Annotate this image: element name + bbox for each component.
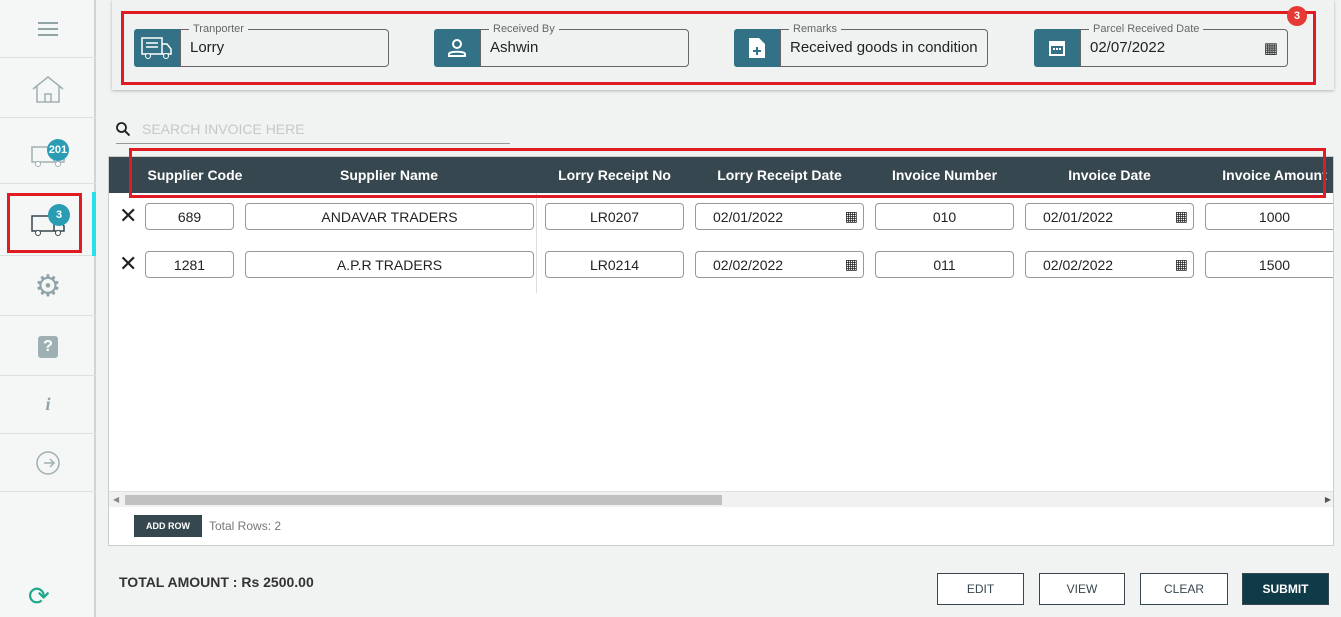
- home-icon: [32, 75, 64, 103]
- sidebar-item-settings[interactable]: ⚙: [0, 258, 96, 316]
- add-row-button[interactable]: ADD ROW: [134, 515, 202, 537]
- search-bar[interactable]: SEARCH INVOICE HERE: [116, 114, 510, 144]
- table-row: ✕ 689 ANDAVAR TRADERS LR0207 02/01/2022 ▦…: [109, 203, 1333, 231]
- sidebar: 201 3 ⚙ ? i ⟳: [0, 0, 96, 617]
- help-icon: ?: [38, 335, 58, 358]
- supplier-code-input[interactable]: 689: [145, 203, 234, 230]
- edit-button[interactable]: EDIT: [937, 573, 1024, 605]
- total-amount: TOTAL AMOUNT : Rs 2500.00: [119, 574, 314, 590]
- total-rows: Total Rows: 2: [209, 519, 282, 533]
- date-value: 02/02/2022: [713, 256, 784, 273]
- supplier-code-input[interactable]: 1281: [145, 251, 234, 278]
- invoice-table: Supplier Code Supplier Name Lorry Receip…: [108, 156, 1334, 546]
- search-input[interactable]: SEARCH INVOICE HERE: [142, 121, 305, 137]
- delete-row-icon[interactable]: ✕: [119, 251, 137, 277]
- calendar-icon[interactable]: ▦: [845, 208, 858, 225]
- supplier-name-input[interactable]: A.P.R TRADERS: [245, 251, 534, 278]
- menu-button[interactable]: [0, 0, 96, 58]
- highlight-box: [129, 148, 1326, 198]
- invoice-number-input[interactable]: 011: [875, 251, 1014, 278]
- in-transit-badge: 201: [47, 139, 69, 161]
- sidebar-item-home[interactable]: [0, 60, 96, 118]
- lorry-receipt-date-input[interactable]: 02/02/2022 ▦: [695, 251, 864, 278]
- sync-button[interactable]: ⟳: [28, 583, 50, 609]
- sidebar-item-info[interactable]: i: [0, 376, 96, 434]
- invoice-amount-input[interactable]: 1500: [1205, 251, 1333, 278]
- horizontal-scrollbar[interactable]: ◀ ▶: [109, 491, 1333, 507]
- calendar-icon[interactable]: ▦: [1175, 256, 1188, 273]
- lorry-receipt-no-input[interactable]: LR0207: [545, 203, 684, 230]
- delete-row-icon[interactable]: ✕: [119, 203, 137, 229]
- date-value: 02/01/2022: [713, 208, 784, 225]
- hamburger-icon: [38, 21, 58, 36]
- sidebar-item-help[interactable]: ?: [0, 318, 96, 376]
- sidebar-item-in-transit[interactable]: 201: [0, 126, 96, 184]
- sync-icon: ⟳: [28, 581, 50, 611]
- submit-button[interactable]: SUBMIT: [1242, 573, 1329, 605]
- info-icon: i: [45, 394, 51, 414]
- notification-badge: 3: [1287, 6, 1307, 26]
- lorry-receipt-date-input[interactable]: 02/01/2022 ▦: [695, 203, 864, 230]
- invoice-number-input[interactable]: 010: [875, 203, 1014, 230]
- table-row: ✕ 1281 A.P.R TRADERS LR0214 02/02/2022 ▦ …: [109, 251, 1333, 279]
- date-value: 02/02/2022: [1043, 256, 1114, 273]
- clear-button[interactable]: CLEAR: [1140, 573, 1228, 605]
- view-button[interactable]: VIEW: [1039, 573, 1125, 605]
- invoice-date-input[interactable]: 02/01/2022 ▦: [1025, 203, 1194, 230]
- invoice-amount-input[interactable]: 1000: [1205, 203, 1333, 230]
- search-icon: [116, 121, 130, 136]
- calendar-icon[interactable]: ▦: [1175, 208, 1188, 225]
- gear-icon: ⚙: [34, 270, 62, 303]
- highlight-box: [7, 193, 82, 253]
- supplier-name-input[interactable]: ANDAVAR TRADERS: [245, 203, 534, 230]
- logout-icon: [36, 450, 60, 475]
- calendar-icon[interactable]: ▦: [845, 256, 858, 273]
- highlight-box: [121, 11, 1316, 85]
- lorry-receipt-no-input[interactable]: LR0214: [545, 251, 684, 278]
- date-value: 02/01/2022: [1043, 208, 1114, 225]
- sidebar-item-logout[interactable]: [0, 434, 96, 492]
- invoice-date-input[interactable]: 02/02/2022 ▦: [1025, 251, 1194, 278]
